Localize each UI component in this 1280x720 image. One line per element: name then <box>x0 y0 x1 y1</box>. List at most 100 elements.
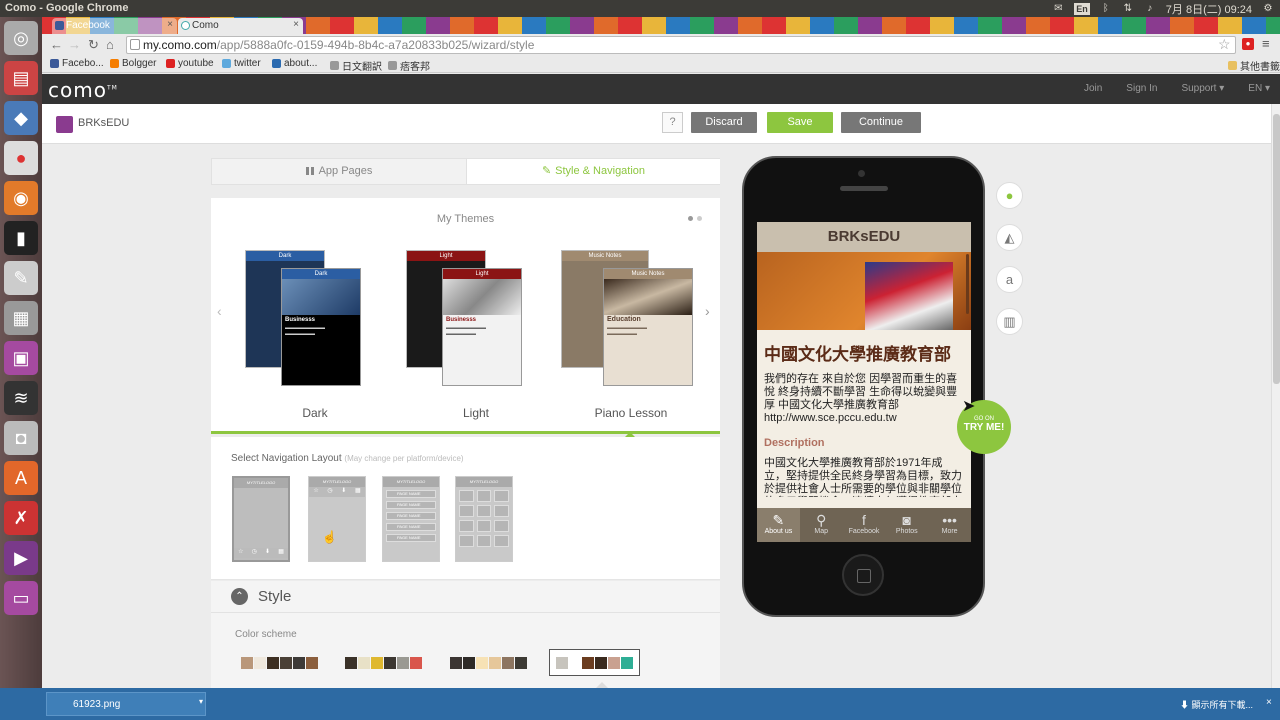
bookmark-item[interactable]: about... <box>272 58 317 69</box>
platform-selector: ● ◭ a ▥ <box>996 182 1023 335</box>
save-button[interactable]: Save <box>767 112 833 133</box>
color-swatch <box>489 656 501 669</box>
scheme-pointer <box>596 676 608 688</box>
preview-tab-facebook[interactable]: f Facebook <box>843 508 886 542</box>
color-scheme-option[interactable] <box>444 649 533 676</box>
preview-tab-photos[interactable]: ◙ Photos <box>885 508 928 542</box>
support-menu[interactable]: Support ▾ <box>1181 83 1224 94</box>
chrome-icon[interactable]: ● <box>4 141 38 175</box>
lang-menu[interactable]: EN ▾ <box>1248 83 1270 94</box>
pager-dot[interactable] <box>688 216 693 221</box>
color-swatch <box>502 656 514 669</box>
close-icon[interactable]: × <box>1266 697 1272 708</box>
monitor-icon[interactable]: ≋ <box>4 381 38 415</box>
home-icon[interactable]: ⌂ <box>106 37 114 52</box>
join-link[interactable]: Join <box>1084 83 1102 94</box>
style-section-header[interactable]: ⌃ Style <box>211 581 720 613</box>
show-all-downloads[interactable]: ⬇ 顯示所有下載... <box>1180 698 1253 711</box>
color-scheme-option[interactable] <box>339 649 428 676</box>
chevron-down-icon[interactable]: ▾ <box>199 697 203 706</box>
layout-option-tabs-top[interactable]: MYTITLELOGO ☆ ◷ ⬇ ▦ <box>308 476 366 562</box>
preview-tab-about[interactable]: ✎ About us <box>757 508 800 542</box>
files-icon[interactable]: ▤ <box>4 61 38 95</box>
page-scrollbar[interactable] <box>1271 104 1280 688</box>
preview-tab-map[interactable]: ⚲ Map <box>800 508 843 542</box>
media-icon[interactable]: ▶ <box>4 541 38 575</box>
color-scheme-option[interactable] <box>235 649 324 676</box>
pager-dot[interactable] <box>697 216 702 221</box>
close-icon[interactable]: × <box>293 19 299 30</box>
bookmark-item[interactable]: Facebo... <box>50 58 104 69</box>
menu-icon[interactable]: ≡ <box>1262 36 1270 51</box>
virtualbox-icon[interactable]: ◆ <box>4 101 38 135</box>
software-center-icon[interactable]: A <box>4 461 38 495</box>
clock[interactable]: 7月 8日(二) 09:24 <box>1166 1 1252 17</box>
color-scheme-option-selected[interactable] <box>549 649 640 676</box>
network-icon[interactable]: ⇅ <box>1122 3 1134 15</box>
collapse-icon[interactable]: ⌃ <box>231 588 248 605</box>
tab-como[interactable]: Como × <box>178 18 303 34</box>
chevron-left-icon[interactable]: ‹ <box>217 303 222 319</box>
themes-title: My Themes <box>436 213 495 225</box>
tab-style-navigation[interactable]: ✎ Style & Navigation <box>466 159 720 184</box>
terminal-icon[interactable]: ▮ <box>4 221 38 255</box>
bluetooth-icon[interactable]: ᛒ <box>1100 3 1112 15</box>
power-icon[interactable]: ⚙ <box>1262 3 1274 15</box>
app-icon[interactable]: ▭ <box>4 581 38 615</box>
theme-card-dark[interactable]: Dark Dark Businesss ▬▬▬▬▬▬▬▬ ▬▬▬▬▬▬ Dark <box>245 240 385 420</box>
address-bar[interactable]: my.como.com/app/5888a0fc-0159-494b-8b4c-… <box>126 36 1236 54</box>
close-icon[interactable]: × <box>167 19 173 30</box>
theme-preview-front: Light Businesss ▬▬▬▬▬▬▬▬ ▬▬▬▬▬▬ <box>442 268 522 386</box>
download-item[interactable]: 61923.png ▾ <box>46 692 206 716</box>
bookmark-item[interactable]: youtube <box>166 58 214 69</box>
bookmark-item[interactable]: 痞客邦 <box>388 58 430 73</box>
text-editor-icon[interactable]: ✎ <box>4 261 38 295</box>
tab-strip: Facebook × Como × <box>42 17 1280 34</box>
signin-link[interactable]: Sign In <box>1126 83 1157 94</box>
windows-phone-icon[interactable]: ▥ <box>996 308 1023 335</box>
layout-option-tabs-bottom[interactable]: MYTITLELOGO ☆ ◷ ⬇ ▦ <box>232 476 290 562</box>
scroll-thumb[interactable] <box>1273 114 1280 384</box>
discard-button[interactable]: Discard <box>691 112 757 133</box>
lang-indicator[interactable]: En <box>1074 3 1090 15</box>
como-logo[interactable]: comoTM <box>48 78 118 102</box>
reload-icon[interactable]: ↻ <box>88 37 99 53</box>
preview-link[interactable]: http://www.sce.pccu.edu.tw <box>764 412 897 424</box>
layout-option-grid[interactable]: MYTITLELOGO <box>455 476 513 562</box>
layout-option-list[interactable]: MYTITLELOGO PAGE NAME PAGE NAME PAGE NAM… <box>382 476 440 562</box>
bookmark-item[interactable]: twitter <box>222 58 261 69</box>
blogger-icon <box>110 59 119 68</box>
firefox-icon[interactable]: ◉ <box>4 181 38 215</box>
back-icon[interactable]: ← <box>50 37 63 52</box>
continue-button[interactable]: Continue <box>841 112 921 133</box>
mail-icon[interactable]: ✉ <box>1052 3 1064 15</box>
navigation-layout-section: Select Navigation Layout (May change per… <box>211 437 720 580</box>
apple-icon[interactable]: ● <box>996 182 1023 209</box>
volume-icon[interactable]: ♪ <box>1144 3 1156 15</box>
tab-app-pages[interactable]: App Pages <box>212 159 466 184</box>
preview-tab-more[interactable]: ••• More <box>928 508 971 542</box>
os-topbar: Como - Google Chrome ✉ En ᛒ ⇅ ♪ 7月 8日(二)… <box>0 0 1280 17</box>
workspace-icon[interactable]: ▣ <box>4 341 38 375</box>
dash-icon[interactable]: ◎ <box>4 21 38 55</box>
phone-screen[interactable]: BRKsEDU 中國文化大學推廣教育部 我們的存在 來自於您 因學習而重生的喜悅… <box>757 222 971 542</box>
tab-facebook[interactable]: Facebook × <box>52 18 177 34</box>
theme-card-piano-lesson[interactable]: Music Notes Music Notes Education ▬▬▬▬▬▬▬… <box>561 240 701 438</box>
bookmark-item[interactable]: Bolgger <box>110 58 156 69</box>
phone-preview: BRKsEDU 中國文化大學推廣教育部 我們的存在 來自於您 因學習而重生的喜悅… <box>742 156 985 617</box>
android-icon[interactable]: ◭ <box>996 224 1023 251</box>
calculator-icon[interactable]: ▦ <box>4 301 38 335</box>
preview-tabbar: ✎ About us ⚲ Map f Facebook ◙ Photos ••• More <box>757 508 971 542</box>
help-button[interactable]: ? <box>662 112 683 133</box>
amazon-icon[interactable]: a <box>996 266 1023 293</box>
forward-icon[interactable]: → <box>68 37 81 52</box>
camera-icon[interactable]: ◘ <box>4 421 38 455</box>
facebook-icon <box>55 21 64 30</box>
theme-card-light[interactable]: Light Light Businesss ▬▬▬▬▬▬▬▬ ▬▬▬▬▬▬ Ligh… <box>406 240 546 420</box>
chevron-right-icon[interactable]: › <box>705 303 710 319</box>
bookmark-star-icon[interactable]: ☆ <box>1218 36 1231 53</box>
bookmark-item[interactable]: 日文翻訳 <box>330 58 382 73</box>
other-bookmarks[interactable]: 其他書籤 <box>1228 58 1280 73</box>
adblock-icon[interactable]: ● <box>1242 38 1254 50</box>
settings-icon[interactable]: ✗ <box>4 501 38 535</box>
